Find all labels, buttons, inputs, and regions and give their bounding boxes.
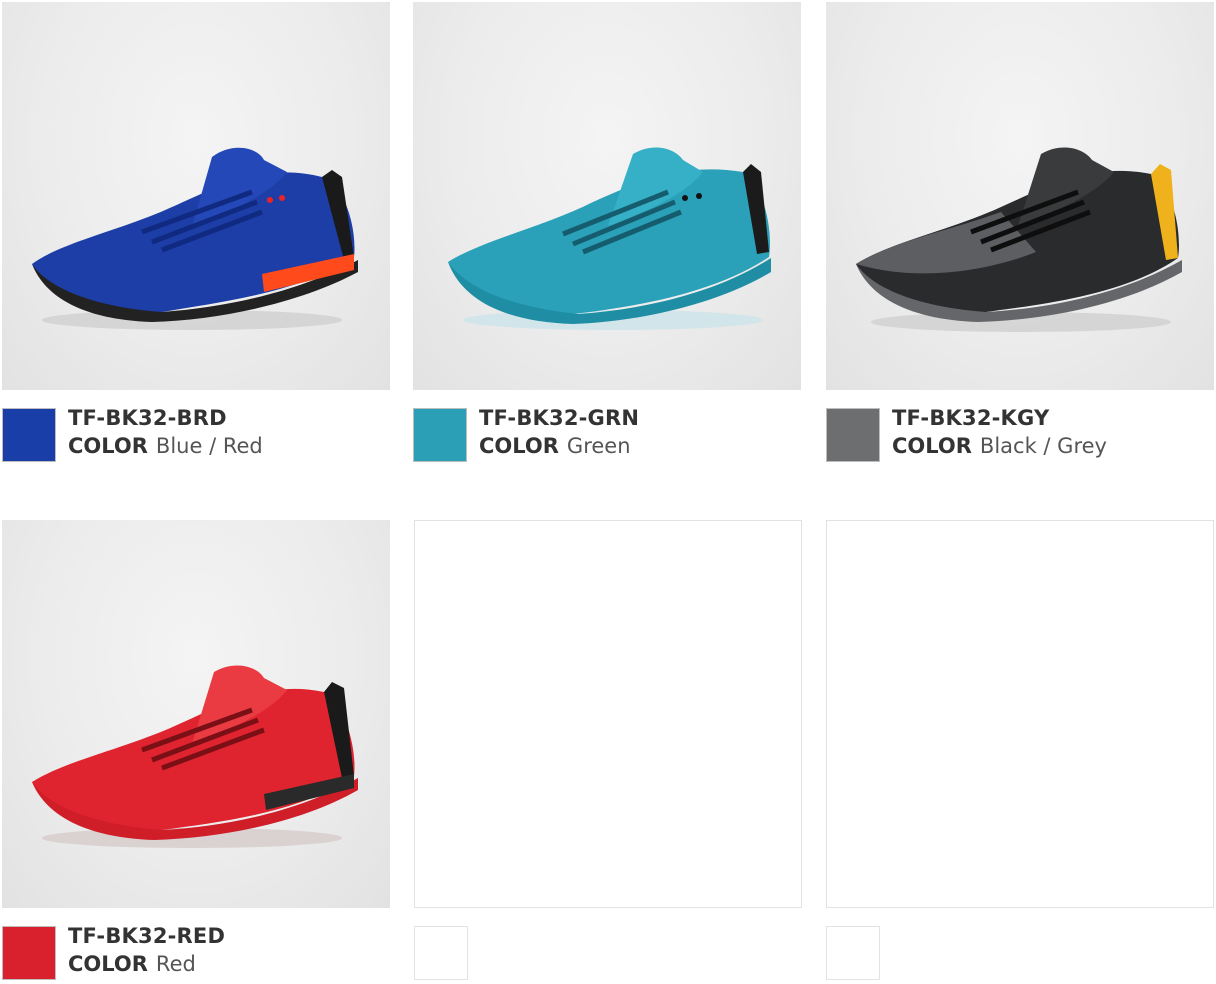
color-value: Black / Grey: [979, 434, 1107, 458]
color-swatch-brd[interactable]: [2, 408, 56, 462]
product-color: COLOR Red: [68, 950, 225, 978]
color-label: COLOR: [892, 434, 972, 458]
empty-swatch-placeholder: [414, 926, 468, 980]
product-info-brd: TF-BK32-BRD COLOR Blue / Red: [68, 404, 263, 460]
product-info-red: TF-BK32-RED COLOR Red: [68, 922, 225, 978]
empty-image-placeholder: [414, 520, 802, 908]
product-image-red[interactable]: [2, 520, 390, 908]
product-code: TF-BK32-KGY: [892, 406, 1050, 430]
product-card-kgy[interactable]: TF-BK32-KGY COLOR Black / Grey: [826, 2, 1214, 472]
product-image-kgy[interactable]: [826, 2, 1214, 390]
empty-swatch-placeholder: [826, 926, 880, 980]
color-swatch-red[interactable]: [2, 926, 56, 980]
product-code: TF-BK32-BRD: [68, 406, 227, 430]
product-image-grn[interactable]: [413, 2, 801, 390]
empty-image-placeholder: [826, 520, 1214, 908]
color-swatch-kgy[interactable]: [826, 408, 880, 462]
product-color: COLOR Black / Grey: [892, 432, 1107, 460]
color-label: COLOR: [68, 434, 148, 458]
product-image-brd[interactable]: [2, 2, 390, 390]
product-code: TF-BK32-GRN: [479, 406, 640, 430]
product-card-red[interactable]: TF-BK32-RED COLOR Red: [2, 520, 390, 982]
shoe-icon: [32, 665, 358, 848]
product-color: COLOR Blue / Red: [68, 432, 263, 460]
color-value: Red: [155, 952, 196, 976]
product-card-grn[interactable]: TF-BK32-GRN COLOR Green: [413, 2, 801, 472]
product-card-brd[interactable]: TF-BK32-BRD COLOR Blue / Red: [2, 2, 390, 472]
empty-product-slot: [826, 520, 1214, 982]
product-code: TF-BK32-RED: [68, 924, 226, 948]
color-swatch-grn[interactable]: [413, 408, 467, 462]
color-label: COLOR: [68, 952, 148, 976]
product-info-kgy: TF-BK32-KGY COLOR Black / Grey: [892, 404, 1107, 460]
shoe-icon: [32, 147, 358, 330]
shoe-icon: [856, 147, 1182, 332]
product-color: COLOR Green: [479, 432, 639, 460]
color-label: COLOR: [479, 434, 559, 458]
color-value: Green: [566, 434, 631, 458]
empty-product-slot: [414, 520, 802, 982]
color-value: Blue / Red: [155, 434, 263, 458]
product-info-grn: TF-BK32-GRN COLOR Green: [479, 404, 639, 460]
shoe-icon: [448, 147, 771, 330]
